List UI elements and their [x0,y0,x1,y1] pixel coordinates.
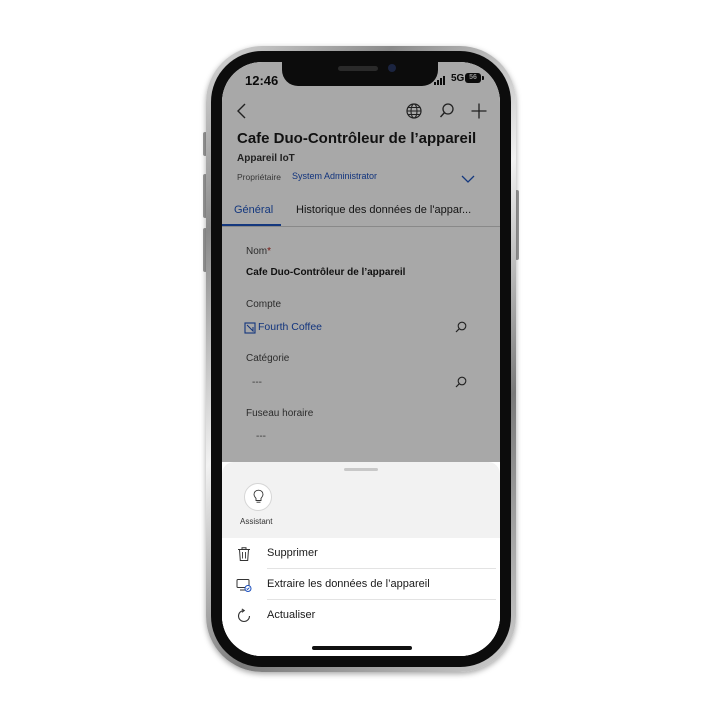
menu-item-label: Actualiser [267,609,316,621]
menu-item-label: Extraire les données de l’appareil [267,578,430,590]
menu-item-refresh[interactable]: Actualiser [222,601,500,631]
menu-item-delete[interactable]: Supprimer [222,539,500,569]
menu-item-extract-device-data[interactable]: Extraire les données de l’appareil [222,570,500,600]
lightbulb-icon [253,489,264,503]
notch [282,62,438,86]
assistant-label: Assistant [240,517,273,526]
sheet-header: Assistant [222,462,500,538]
device-data-icon [236,579,252,592]
menu-divider [267,568,496,569]
home-indicator[interactable] [312,646,412,650]
speaker-grille [338,66,378,71]
menu-item-label: Supprimer [267,547,318,559]
front-camera [388,64,396,72]
phone-screen: 12:46 5G 56 Cafe Duo-Contrôleur de l’app… [222,62,500,656]
modal-scrim[interactable] [222,62,500,462]
action-bottom-sheet: Assistant Supprimer Extraire les données… [222,462,500,656]
assistant-button[interactable] [244,483,272,511]
menu-divider [267,599,496,600]
trash-icon [238,547,250,561]
refresh-icon [237,608,251,623]
sheet-grabber[interactable] [344,468,378,471]
